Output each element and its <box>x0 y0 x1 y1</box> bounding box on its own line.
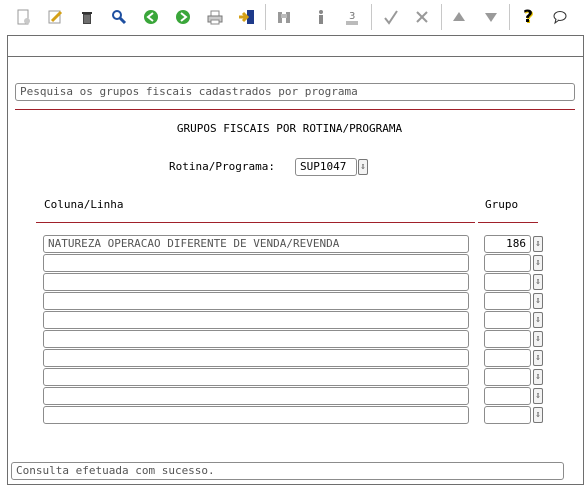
grupo-field[interactable] <box>484 387 531 405</box>
page-title: GRUPOS FISCAIS POR ROTINA/PROGRAMA <box>176 122 403 135</box>
up-icon[interactable] <box>448 6 470 28</box>
grupo-dropdown-button[interactable]: ⇩ <box>533 369 543 385</box>
toolbar: 3 ? <box>0 0 587 34</box>
coluna-linha-field[interactable] <box>43 292 469 310</box>
toolbar-separator <box>441 4 442 30</box>
column-divider-coluna <box>36 222 475 223</box>
grupo-dropdown-button[interactable]: ⇩ <box>533 331 543 347</box>
grupo-field[interactable]: 186 <box>484 235 531 253</box>
binoculars-icon[interactable] <box>273 6 295 28</box>
cancel-icon[interactable] <box>411 6 433 28</box>
description-bar: Pesquisa os grupos fiscais cadastrados p… <box>15 83 575 101</box>
column-header-grupo: Grupo <box>485 198 519 211</box>
coluna-linha-field[interactable] <box>43 330 469 348</box>
coluna-linha-field[interactable] <box>43 406 469 424</box>
trash-icon[interactable] <box>76 6 98 28</box>
description-divider <box>15 109 575 110</box>
svg-text:3: 3 <box>349 11 355 22</box>
grupo-field[interactable] <box>484 311 531 329</box>
grupo-dropdown-button[interactable]: ⇩ <box>533 407 543 423</box>
coluna-linha-field[interactable] <box>43 368 469 386</box>
info-icon[interactable] <box>310 6 332 28</box>
down-icon[interactable] <box>480 6 502 28</box>
grupo-dropdown-button[interactable]: ⇩ <box>533 350 543 366</box>
grupo-field[interactable] <box>484 292 531 310</box>
grupo-dropdown-button[interactable]: ⇩ <box>533 274 543 290</box>
status-bar: Consulta efetuada com sucesso. <box>11 462 564 480</box>
grupo-dropdown-button[interactable]: ⇩ <box>533 293 543 309</box>
coluna-linha-field[interactable] <box>43 311 469 329</box>
grupo-field[interactable] <box>484 330 531 348</box>
edit-icon[interactable] <box>44 6 66 28</box>
coluna-linha-field[interactable] <box>43 349 469 367</box>
check-icon[interactable] <box>380 6 402 28</box>
rotina-field[interactable]: SUP1047 <box>295 158 357 176</box>
grupo-dropdown-button[interactable]: ⇩ <box>533 388 543 404</box>
toolbar-separator <box>371 4 372 30</box>
help-icon[interactable]: ? <box>517 6 539 28</box>
grupo-field[interactable] <box>484 406 531 424</box>
grupo-field[interactable] <box>484 368 531 386</box>
grupo-dropdown-button[interactable]: ⇩ <box>533 255 543 271</box>
search-icon[interactable] <box>108 6 130 28</box>
new-icon[interactable] <box>12 6 34 28</box>
grupo-field[interactable] <box>484 254 531 272</box>
grupo-dropdown-button[interactable]: ⇩ <box>533 312 543 328</box>
toolbar-separator <box>509 4 510 30</box>
back-icon[interactable] <box>140 6 162 28</box>
coluna-linha-field[interactable] <box>43 254 469 272</box>
toolbar-separator <box>265 4 266 30</box>
forward-icon[interactable] <box>172 6 194 28</box>
column-divider-grupo <box>478 222 538 223</box>
coluna-linha-field[interactable] <box>43 273 469 291</box>
coluna-linha-field[interactable] <box>43 387 469 405</box>
grupo-field[interactable] <box>484 349 531 367</box>
rotina-dropdown-button[interactable]: ⇩ <box>358 159 368 175</box>
grupo-dropdown-button[interactable]: ⇩ <box>533 236 543 252</box>
grupo-field[interactable] <box>484 273 531 291</box>
list-icon[interactable]: 3 <box>341 6 363 28</box>
header-divider <box>7 56 584 57</box>
coluna-linha-field[interactable]: NATUREZA OPERACAO DIFERENTE DE VENDA/REV… <box>43 235 469 253</box>
exit-icon[interactable] <box>236 6 258 28</box>
rotina-label: Rotina/Programa: <box>169 160 275 173</box>
print-icon[interactable] <box>204 6 226 28</box>
comment-icon[interactable] <box>549 6 571 28</box>
column-header-coluna-linha: Coluna/Linha <box>44 198 124 211</box>
